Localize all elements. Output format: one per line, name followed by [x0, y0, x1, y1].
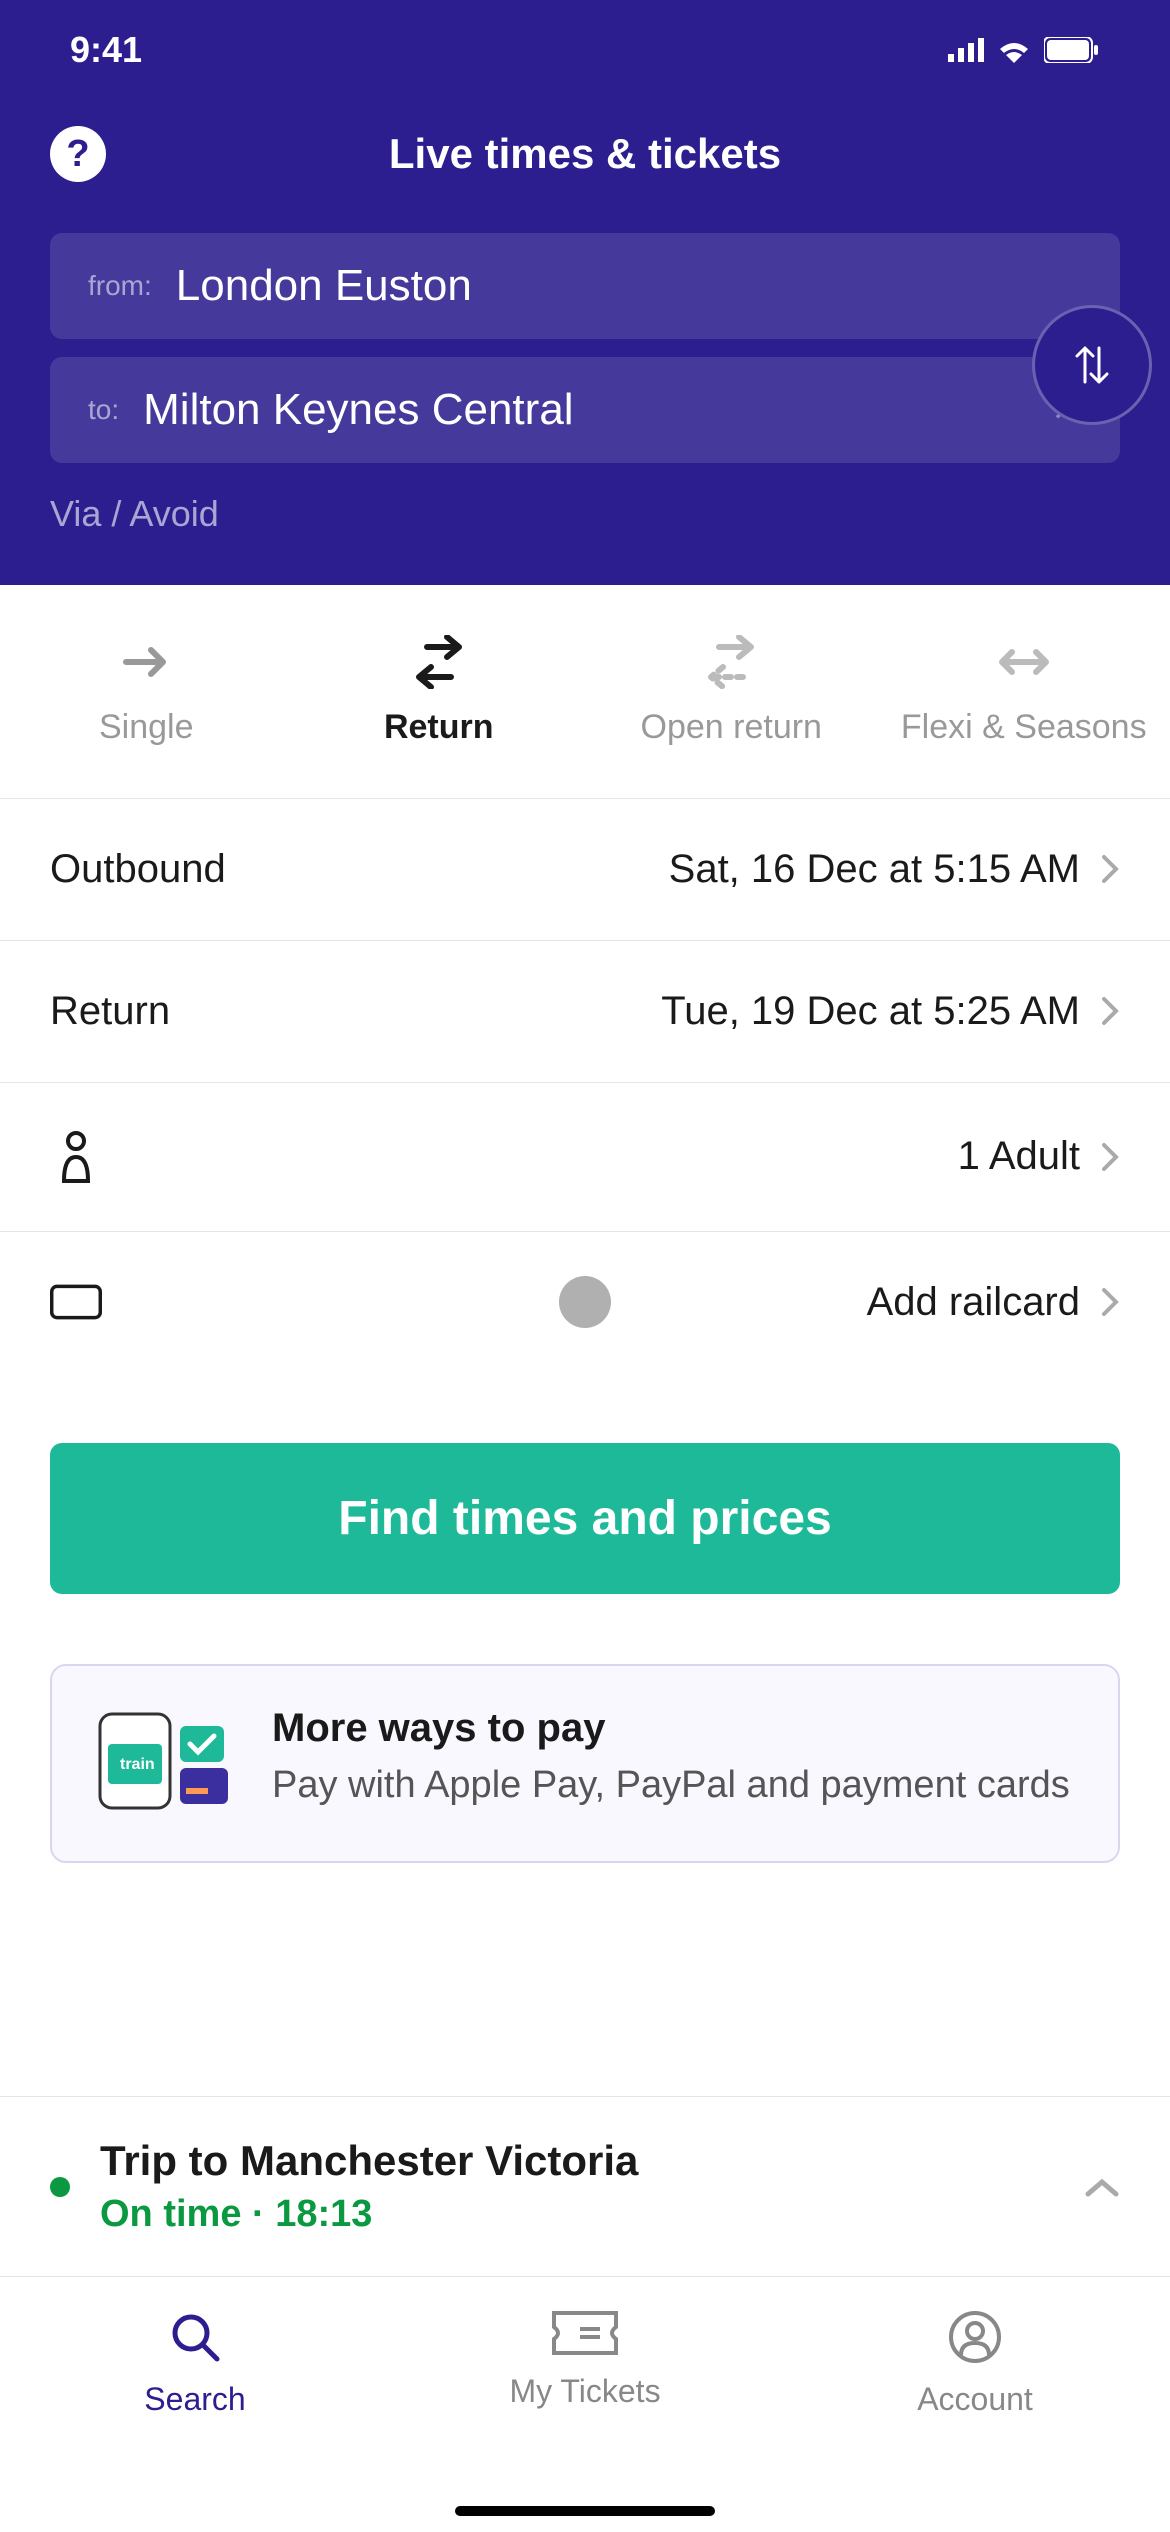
swap-icon — [1067, 340, 1117, 390]
tab-flexi[interactable]: Flexi & Seasons — [878, 635, 1170, 748]
railcard-value: Add railcard — [867, 1280, 1080, 1325]
nav-account-label: Account — [917, 2381, 1033, 2418]
header: ? Live times & tickets from: London Eust… — [0, 100, 1170, 585]
tab-return[interactable]: Return — [293, 635, 586, 748]
outbound-row[interactable]: Outbound Sat, 16 Dec at 5:15 AM — [0, 799, 1170, 941]
indicator-dot — [559, 1276, 611, 1328]
passengers-row[interactable]: 1 Adult — [0, 1083, 1170, 1232]
home-indicator[interactable] — [455, 2506, 715, 2516]
status-dot — [50, 2177, 70, 2197]
swap-stations-button[interactable] — [1032, 305, 1152, 425]
status-bar: 9:41 — [0, 0, 1170, 100]
to-value: Milton Keynes Central — [143, 385, 573, 435]
card-icon — [50, 1282, 102, 1322]
page-title: Live times & tickets — [389, 130, 781, 178]
nav-tickets[interactable]: My Tickets — [390, 2309, 780, 2532]
return-value: Tue, 19 Dec at 5:25 AM — [661, 989, 1080, 1034]
tab-open-return-label: Open return — [641, 707, 822, 748]
chevron-right-icon — [1100, 853, 1120, 885]
outbound-value: Sat, 16 Dec at 5:15 AM — [669, 847, 1080, 892]
return-row[interactable]: Return Tue, 19 Dec at 5:25 AM — [0, 941, 1170, 1083]
passengers-value: 1 Adult — [958, 1134, 1080, 1179]
open-return-icon — [701, 635, 761, 689]
bottom-tab-bar: Search My Tickets Account — [0, 2276, 1170, 2532]
nav-tickets-label: My Tickets — [509, 2373, 660, 2410]
from-station-input[interactable]: from: London Euston — [50, 233, 1120, 339]
tab-open-return[interactable]: Open return — [585, 635, 878, 748]
from-value: London Euston — [176, 261, 472, 311]
tab-single-label: Single — [99, 707, 194, 748]
person-icon — [56, 1131, 96, 1183]
promo-description: Pay with Apple Pay, PayPal and payment c… — [272, 1761, 1070, 1810]
signal-icon — [948, 38, 984, 62]
chevron-right-icon — [1100, 995, 1120, 1027]
arrow-right-icon — [121, 647, 171, 677]
nav-search-label: Search — [144, 2381, 245, 2418]
active-trip-bar[interactable]: Trip to Manchester Victoria On time · 18… — [0, 2096, 1170, 2276]
nav-search[interactable]: Search — [0, 2309, 390, 2532]
find-times-prices-button[interactable]: Find times and prices — [50, 1443, 1120, 1594]
ticket-type-tabs: Single Return Open return Flexi & Season… — [0, 585, 1170, 799]
promo-payment-card[interactable]: train More ways to pay Pay with Apple Pa… — [50, 1664, 1120, 1863]
via-avoid-button[interactable]: Via / Avoid — [50, 493, 1120, 535]
flexi-icon — [992, 647, 1056, 677]
help-button[interactable]: ? — [50, 126, 106, 182]
return-icon — [409, 635, 469, 689]
chevron-right-icon — [1100, 1286, 1120, 1318]
trip-title: Trip to Manchester Victoria — [100, 2137, 1054, 2185]
search-icon — [167, 2309, 223, 2365]
outbound-label: Outbound — [50, 847, 226, 892]
account-icon — [947, 2309, 1003, 2365]
return-label: Return — [50, 989, 170, 1034]
to-station-input[interactable]: to: Milton Keynes Central ✕ — [50, 357, 1120, 463]
from-label: from: — [88, 270, 152, 302]
wifi-icon — [996, 37, 1032, 63]
chevron-up-icon — [1084, 2176, 1120, 2198]
svg-text:train: train — [120, 1756, 155, 1773]
promo-title: More ways to pay — [272, 1706, 1070, 1751]
to-label: to: — [88, 394, 119, 426]
railcard-row[interactable]: Add railcard — [0, 1232, 1170, 1373]
tab-single[interactable]: Single — [0, 635, 293, 748]
payment-cards-icon: train — [92, 1706, 232, 1821]
tab-flexi-label: Flexi & Seasons — [901, 707, 1147, 748]
status-time: 9:41 — [70, 29, 142, 71]
trip-status: On time · 18:13 — [100, 2193, 1054, 2236]
battery-icon — [1044, 37, 1100, 63]
status-icons — [948, 37, 1100, 63]
tab-return-label: Return — [384, 707, 494, 748]
nav-account[interactable]: Account — [780, 2309, 1170, 2532]
chevron-right-icon — [1100, 1141, 1120, 1173]
ticket-icon — [550, 2309, 620, 2357]
